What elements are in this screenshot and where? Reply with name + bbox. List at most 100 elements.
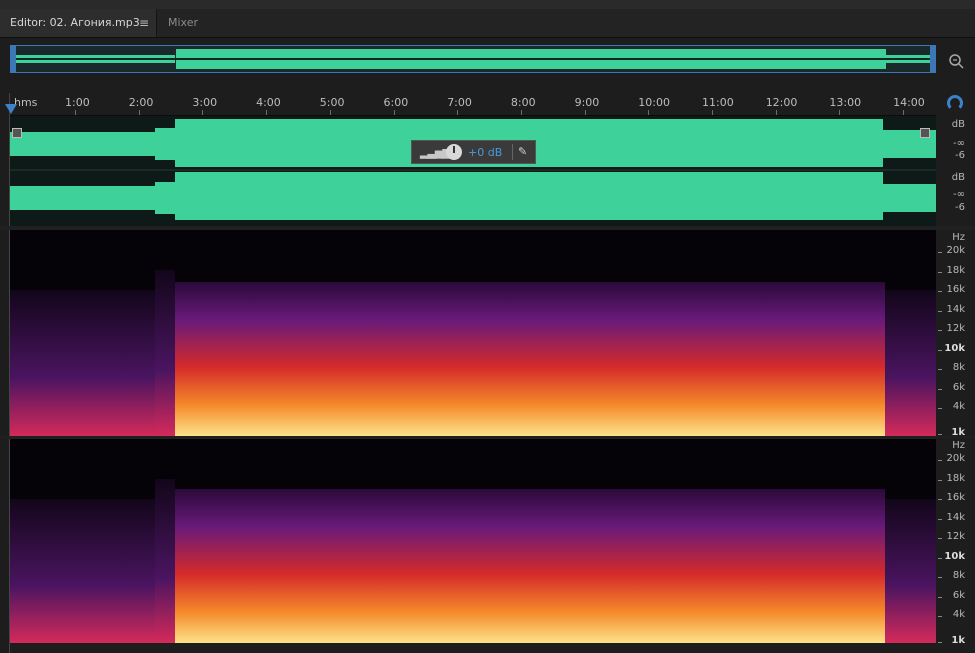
spectrogram-bottom-svg bbox=[10, 439, 936, 643]
volume-hud[interactable]: ▂▃▅▆▇ +0 dB ✎ bbox=[411, 140, 536, 164]
ruler-label: 8:00 bbox=[510, 96, 536, 109]
overview-right-handle[interactable] bbox=[930, 46, 935, 72]
volume-value: +0 dB bbox=[468, 146, 503, 159]
overview-waveform bbox=[11, 49, 935, 69]
ruler-tick bbox=[75, 110, 76, 115]
hz-label: 10k bbox=[944, 342, 965, 354]
hz-label: 8k bbox=[952, 362, 965, 373]
hz-label: 10k bbox=[944, 550, 965, 562]
headphones-icon[interactable] bbox=[947, 95, 963, 111]
hz-label: 6k bbox=[952, 589, 965, 601]
tab-mixer-label: Mixer bbox=[168, 16, 199, 29]
hz-label: 1k bbox=[951, 426, 965, 438]
ruler-tick bbox=[202, 110, 204, 115]
hz-tick bbox=[938, 518, 942, 520]
tab-editor-label: Editor: 02. Агония.mp3 bbox=[10, 16, 140, 29]
hz-unit: Hz bbox=[952, 232, 965, 243]
ruler-tick bbox=[520, 110, 522, 115]
waveform-display[interactable] bbox=[10, 116, 936, 226]
hz-label: 1k bbox=[951, 634, 965, 646]
hz-tick bbox=[938, 538, 942, 539]
hud-separator bbox=[512, 144, 513, 160]
ruler-tick bbox=[584, 110, 586, 115]
tab-mixer[interactable]: Mixer bbox=[158, 9, 228, 37]
ruler-label: 5:00 bbox=[319, 96, 345, 109]
frequency-scale-top: Hz 20k 18k 16k 14k 12k 10k 8k 6k 4k 1k bbox=[938, 230, 975, 438]
hz-label: 6k bbox=[952, 381, 965, 393]
hz-tick bbox=[938, 460, 942, 461]
ruler-tick bbox=[329, 110, 331, 115]
hz-tick bbox=[938, 577, 942, 578]
hz-tick bbox=[938, 310, 942, 312]
ruler-label: 4:00 bbox=[256, 96, 281, 109]
spectrogram-top[interactable] bbox=[10, 230, 936, 436]
hz-label: 12k bbox=[946, 323, 965, 334]
hz-tick bbox=[938, 596, 942, 598]
spectrogram-top-svg bbox=[10, 230, 936, 436]
tab-editor[interactable]: Editor: 02. Агония.mp3 ≡ bbox=[0, 9, 157, 37]
hz-label: 18k bbox=[946, 264, 965, 276]
hz-label: 12k bbox=[946, 531, 965, 542]
hz-tick bbox=[938, 499, 942, 500]
zoom-icon-svg bbox=[949, 54, 964, 69]
pin-icon[interactable]: ✎ bbox=[518, 145, 527, 158]
ruler-label: 10:00 bbox=[638, 96, 670, 109]
ruler-tick bbox=[648, 110, 650, 115]
menu-icon[interactable]: ≡ bbox=[139, 9, 149, 37]
hz-label: 20k bbox=[946, 453, 965, 464]
db-unit-top: dB bbox=[951, 119, 965, 130]
db-mark-inf-bottom: -∞ bbox=[953, 189, 965, 200]
playhead-marker[interactable] bbox=[5, 104, 17, 114]
ruler-tick bbox=[712, 110, 713, 115]
hz-tick bbox=[938, 330, 942, 331]
hz-tick bbox=[938, 616, 942, 617]
hz-label: 16k bbox=[946, 284, 965, 295]
hz-tick bbox=[938, 291, 942, 292]
hz-tick bbox=[938, 641, 942, 643]
db-mark-inf-top: -∞ bbox=[953, 138, 965, 149]
overview-left-handle[interactable] bbox=[11, 46, 16, 72]
hz-label: 18k bbox=[946, 472, 965, 484]
ruler-tick bbox=[457, 110, 459, 115]
hz-tick bbox=[938, 369, 942, 370]
db-mark-6-top: -6 bbox=[955, 150, 965, 161]
hz-tick bbox=[938, 408, 942, 409]
waveform-svg bbox=[10, 119, 936, 220]
hz-tick bbox=[938, 388, 942, 390]
hz-label: 14k bbox=[946, 511, 965, 523]
ruler-label: 7:00 bbox=[447, 96, 472, 109]
volume-knob[interactable] bbox=[446, 144, 462, 160]
hz-unit: Hz bbox=[952, 440, 965, 451]
ruler-tick bbox=[903, 110, 905, 115]
fade-in-handle[interactable] bbox=[12, 128, 22, 138]
hz-tick bbox=[938, 271, 942, 273]
frequency-scale-bottom: Hz 20k 18k 16k 14k 12k 10k 8k 6k 4k 1k bbox=[938, 438, 975, 646]
zoom-icon[interactable] bbox=[946, 51, 966, 71]
ruler-label: 11:00 bbox=[702, 96, 734, 109]
spectrogram-bottom[interactable] bbox=[10, 439, 936, 643]
hz-tick bbox=[938, 252, 942, 253]
left-edge-bar bbox=[0, 93, 10, 653]
ruler-label: 13:00 bbox=[829, 96, 862, 109]
ruler-tick bbox=[393, 110, 395, 115]
hz-tick bbox=[938, 479, 942, 481]
hz-label: 4k bbox=[952, 401, 965, 412]
fade-out-handle[interactable] bbox=[920, 128, 930, 138]
db-unit-bottom: dB bbox=[951, 172, 965, 183]
panel-tabbar: Editor: 02. Агония.mp3 ≡ Mixer bbox=[0, 9, 975, 38]
ruler-label: 3:00 bbox=[192, 96, 218, 109]
ruler-tick bbox=[839, 110, 841, 115]
ruler-label: 2:00 bbox=[128, 96, 154, 109]
ruler-unit: hms bbox=[14, 96, 38, 109]
hz-tick bbox=[938, 557, 942, 559]
ruler-tick bbox=[266, 110, 268, 115]
time-ruler[interactable]: hms 1:00 2:00 3:00 4:00 5:00 6:00 7:00 8:00 9:00… bbox=[10, 93, 936, 116]
ruler-label: 6:00 bbox=[383, 96, 409, 109]
ruler-label: 1:00 bbox=[65, 96, 90, 109]
hz-label: 14k bbox=[946, 303, 965, 315]
ruler-label: 12:00 bbox=[765, 96, 798, 109]
hz-label: 8k bbox=[952, 570, 965, 581]
overview-navigator[interactable] bbox=[10, 45, 936, 73]
hz-label: 4k bbox=[952, 609, 965, 620]
db-mark-6-bottom: -6 bbox=[955, 202, 965, 213]
